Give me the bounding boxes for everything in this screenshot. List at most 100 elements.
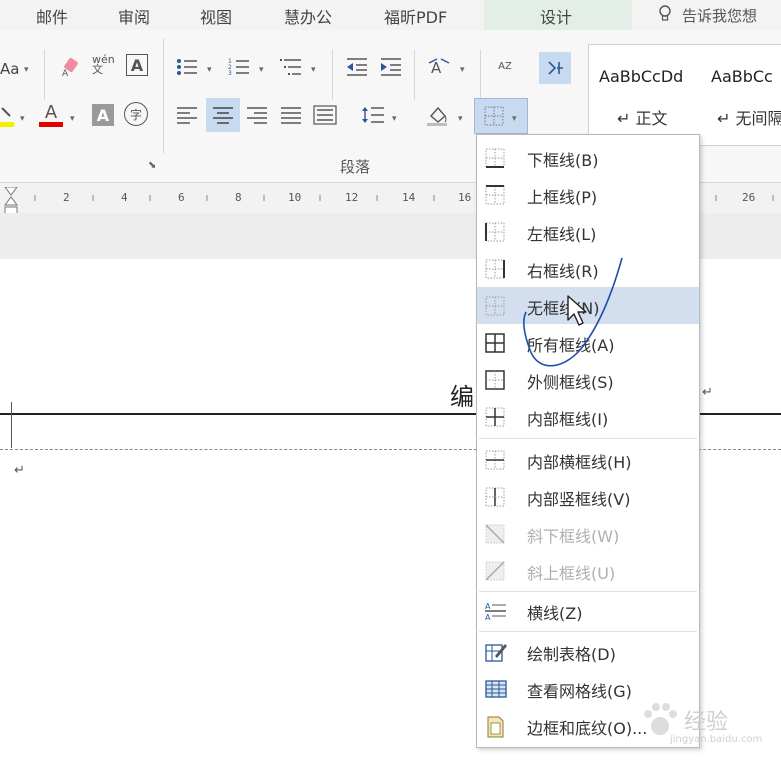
style-no-spacing-name: ↵ 无间隔 xyxy=(717,109,781,128)
font-color-swatch xyxy=(39,121,63,127)
all-borders-icon xyxy=(485,333,505,353)
right-border-icon xyxy=(485,259,505,279)
align-left-icon[interactable] xyxy=(174,102,200,128)
phonetic-guide-button[interactable]: wén文 xyxy=(92,52,118,78)
document-heading-fragment: 编 xyxy=(450,383,474,411)
top-border-icon xyxy=(485,185,505,205)
line-spacing-icon[interactable] xyxy=(360,102,386,128)
menu-item-label: 内部框线(I) xyxy=(527,410,609,429)
show-hide-marks-icon[interactable] xyxy=(539,52,571,84)
shading-icon[interactable] xyxy=(424,102,450,128)
align-right-icon[interactable] xyxy=(244,102,270,128)
paragraph-group-label: 段落 xyxy=(340,158,371,176)
menu-item-label: 左框线(L) xyxy=(527,225,597,244)
menu-separator xyxy=(479,631,697,632)
borders-dropdown-button[interactable] xyxy=(474,98,528,134)
font-size-dropdown[interactable]: Aa xyxy=(0,60,19,78)
ribbon-tab-bar: 邮件 审阅 视图 慧办公 福昕PDF 设计 告诉我您想 xyxy=(0,0,781,30)
svg-text:3: 3 xyxy=(228,70,232,77)
chevron-down-icon[interactable]: ▾ xyxy=(512,114,517,124)
menu-item-label: 斜下框线(W) xyxy=(527,527,620,546)
tell-me-box[interactable]: 告诉我您想 xyxy=(682,5,757,26)
menu-item-top-border[interactable]: 上框线(P) xyxy=(477,176,699,213)
menu-item-inside-horizontal-border[interactable]: 内部横框线(H) xyxy=(477,441,699,478)
menu-item-inside-vertical-border[interactable]: 内部竖框线(V) xyxy=(477,478,699,515)
divider xyxy=(163,38,164,153)
baidu-jingyan-watermark: 经验 jingyan.baidu.com xyxy=(640,694,780,754)
sort-label: AZ xyxy=(498,61,512,72)
chevron-down-icon[interactable]: ▾ xyxy=(392,114,397,124)
chevron-down-icon[interactable]: ▾ xyxy=(20,114,25,124)
diagonal-up-border-icon xyxy=(485,561,505,581)
multilevel-list-icon[interactable] xyxy=(278,54,304,80)
inside-vertical-border-icon xyxy=(485,487,505,507)
menu-separator xyxy=(479,438,697,439)
phonetic-guide-label: wén文 xyxy=(92,53,115,76)
menu-item-horizontal-line[interactable]: AA 横线(Z) xyxy=(477,592,699,629)
watermark-url: jingyan.baidu.com xyxy=(670,734,763,745)
justify-icon[interactable] xyxy=(278,102,304,128)
divider xyxy=(414,50,415,100)
character-border-button[interactable]: A xyxy=(126,54,148,76)
menu-item-label: 边框和底纹(O)... xyxy=(527,719,648,738)
tab-review[interactable]: 审阅 xyxy=(118,4,150,28)
tab-mailings[interactable]: 邮件 xyxy=(36,4,68,28)
chevron-down-icon[interactable]: ▾ xyxy=(311,65,316,75)
diagonal-down-border-icon xyxy=(485,524,505,544)
style-no-spacing[interactable]: AaBbCc ↵ 无间隔 xyxy=(701,45,781,145)
enclose-characters-button[interactable]: 字 xyxy=(124,102,148,126)
svg-text:A: A xyxy=(485,613,491,621)
style-no-spacing-preview: AaBbCc xyxy=(711,67,773,86)
inside-borders-icon xyxy=(485,407,505,427)
chevron-down-icon[interactable]: ▾ xyxy=(24,65,29,75)
chevron-down-icon[interactable]: ▾ xyxy=(70,114,75,124)
chevron-down-icon[interactable]: ▾ xyxy=(460,65,465,75)
chevron-down-icon[interactable]: ▾ xyxy=(207,65,212,75)
outside-borders-icon xyxy=(485,370,505,390)
inside-horizontal-border-icon xyxy=(485,450,505,470)
bullets-icon[interactable] xyxy=(174,54,200,80)
menu-item-label: 内部竖框线(V) xyxy=(527,490,631,509)
view-gridlines-icon xyxy=(485,679,507,699)
menu-item-bottom-border[interactable]: 下框线(B) xyxy=(477,139,699,176)
menu-item-diagonal-up-border: 斜上框线(U) xyxy=(477,552,699,589)
style-normal-preview: AaBbCcDd xyxy=(599,67,684,86)
left-border-icon xyxy=(485,222,505,242)
chinese-layout-icon[interactable]: A xyxy=(426,54,452,80)
decrease-indent-icon[interactable] xyxy=(344,54,370,80)
tab-foxit-pdf[interactable]: 福昕PDF xyxy=(384,4,447,28)
menu-item-inside-borders[interactable]: 内部框线(I) xyxy=(477,398,699,435)
style-normal[interactable]: AaBbCcDd ↵ 正文 xyxy=(589,45,697,145)
menu-item-label: 绘制表格(D) xyxy=(527,645,616,664)
menu-item-draw-table[interactable]: 绘制表格(D) xyxy=(477,633,699,670)
styles-gallery: AaBbCcDd ↵ 正文 AaBbCc ↵ 无间隔 xyxy=(588,44,781,146)
mouse-cursor-icon xyxy=(567,295,587,326)
tab-huibangong[interactable]: 慧办公 xyxy=(284,4,332,28)
menu-item-diagonal-down-border: 斜下框线(W) xyxy=(477,515,699,552)
chevron-down-icon[interactable]: ▾ xyxy=(458,114,463,124)
draw-table-icon xyxy=(485,642,507,662)
highlight-color-icon[interactable] xyxy=(0,104,16,130)
menu-item-label: 下框线(B) xyxy=(527,151,599,170)
font-dialog-launcher-icon[interactable]: ⬊ xyxy=(148,160,156,171)
distributed-icon[interactable] xyxy=(312,102,338,128)
numbering-icon[interactable]: 123 xyxy=(226,54,252,80)
tab-design[interactable]: 设计 xyxy=(540,4,572,28)
sort-icon[interactable]: AZ xyxy=(492,54,518,80)
character-shading-button[interactable]: A xyxy=(92,104,114,126)
borders-shading-icon xyxy=(485,716,505,738)
bottom-border-icon xyxy=(485,148,505,168)
font-color-button[interactable]: A xyxy=(38,102,64,128)
borders-menu: 下框线(B) 上框线(P) 左框线(L) 右框线(R) 无框线(N) 所有框线(… xyxy=(476,134,700,748)
text-boundary-marker xyxy=(11,402,12,448)
menu-item-label: 斜上框线(U) xyxy=(527,564,616,583)
tab-view[interactable]: 视图 xyxy=(200,4,232,28)
increase-indent-icon[interactable] xyxy=(378,54,404,80)
align-center-icon[interactable] xyxy=(206,98,240,132)
clear-formatting-icon[interactable]: A xyxy=(58,54,84,80)
divider xyxy=(332,50,333,100)
menu-item-label: 上框线(P) xyxy=(527,188,598,207)
chevron-down-icon[interactable]: ▾ xyxy=(259,65,264,75)
menu-item-label: 查看网格线(G) xyxy=(527,682,632,701)
menu-item-left-border[interactable]: 左框线(L) xyxy=(477,213,699,250)
